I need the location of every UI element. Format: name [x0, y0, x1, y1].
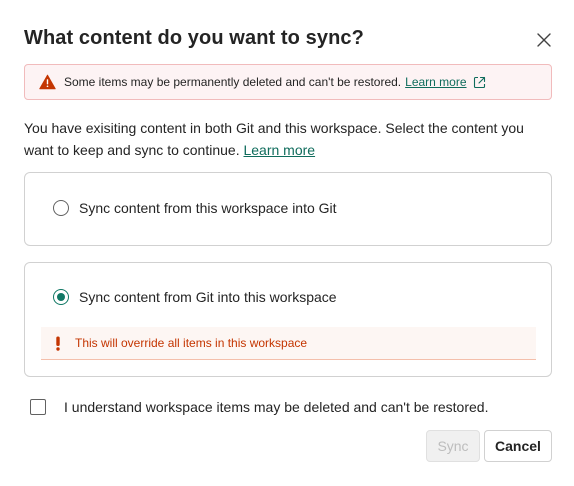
acknowledge-row[interactable]: I understand workspace items may be dele…	[30, 399, 488, 415]
acknowledge-label[interactable]: I understand workspace items may be dele…	[64, 399, 488, 415]
acknowledge-checkbox[interactable]	[30, 399, 46, 415]
radio-git-to-workspace[interactable]: Sync content from Git into this workspac…	[53, 289, 337, 305]
warning-message-bar: Some items may be permanently deleted an…	[24, 64, 552, 100]
warning-text: Some items may be permanently deleted an…	[64, 75, 402, 89]
override-warning-bar: This will override all items in this wor…	[41, 327, 536, 360]
description-text: You have exisiting content in both Git a…	[24, 117, 544, 161]
radio-workspace-to-git[interactable]: Sync content from this workspace into Gi…	[53, 200, 337, 216]
dialog-title: What content do you want to sync?	[24, 27, 364, 49]
sync-dialog: What content do you want to sync? Some i…	[0, 0, 574, 486]
cancel-button[interactable]: Cancel	[484, 430, 552, 462]
description-learn-more-link[interactable]: Learn more	[243, 142, 315, 158]
close-icon	[537, 33, 551, 47]
radio-label: Sync content from Git into this workspac…	[79, 289, 337, 305]
external-link-icon[interactable]	[473, 76, 486, 89]
radio-button-unchecked[interactable]	[53, 200, 69, 216]
radio-label: Sync content from this workspace into Gi…	[79, 200, 337, 216]
close-button[interactable]	[532, 28, 556, 52]
warning-learn-more-link[interactable]: Learn more	[405, 75, 466, 89]
sync-button[interactable]: Sync	[426, 430, 480, 462]
radio-button-checked[interactable]	[53, 289, 69, 305]
warning-icon	[39, 74, 56, 90]
option-card-git-to-workspace[interactable]: Sync content from Git into this workspac…	[24, 262, 552, 377]
option-card-workspace-to-git[interactable]: Sync content from this workspace into Gi…	[24, 172, 552, 246]
override-warning-text: This will override all items in this wor…	[75, 336, 308, 350]
exclamation-icon	[55, 336, 61, 351]
